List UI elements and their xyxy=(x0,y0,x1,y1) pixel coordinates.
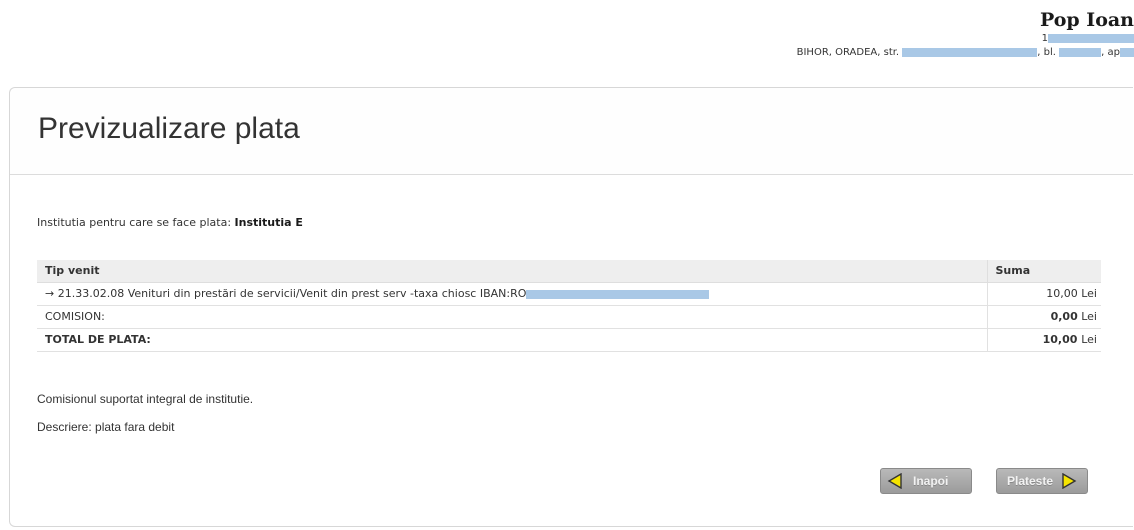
arrow-right-icon xyxy=(1062,473,1077,489)
comision-currency: Lei xyxy=(1081,310,1097,323)
item-amount: 10,00 xyxy=(1046,287,1078,300)
address-city: BIHOR, ORADEA, str. xyxy=(796,47,900,58)
item-description-text: → 21.33.02.08 Venituri din prestări de s… xyxy=(45,287,527,300)
item-description: → 21.33.02.08 Venituri din prestări de s… xyxy=(37,282,988,306)
user-id-line: 1 xyxy=(614,32,1134,46)
payments-table: Tip venit Suma → 21.33.02.08 Venituri di… xyxy=(37,260,1101,352)
total-amount: 10,00 xyxy=(1042,333,1078,346)
user-name: Pop Ioan xyxy=(1039,9,1134,31)
back-button-label: Inapoi xyxy=(913,474,949,488)
comision-amount-cell: 0,00 Lei xyxy=(987,305,1101,329)
redacted-street xyxy=(902,47,1038,57)
panel-header: Previzualizare plata xyxy=(10,88,1133,175)
arrow-left-icon xyxy=(887,473,902,489)
user-info: Pop Ioan 1 BIHOR, ORADEA, str. , bl. , a… xyxy=(614,8,1134,60)
comision-row: COMISION: 0,00 Lei xyxy=(37,305,1101,329)
address-bl: , bl. xyxy=(1037,47,1056,58)
table-row: → 21.33.02.08 Venituri din prestări de s… xyxy=(37,282,1101,306)
redacted-iban xyxy=(526,289,710,299)
total-currency: Lei xyxy=(1081,333,1097,346)
page-title: Previzualizare plata xyxy=(38,112,300,145)
item-amount-cell: 10,00 Lei xyxy=(987,282,1101,306)
payment-preview-panel: Previzualizare plata Institutia pentru c… xyxy=(9,87,1133,527)
pay-button-label: Plateste xyxy=(1007,474,1054,488)
comision-label: COMISION: xyxy=(37,305,988,329)
redacted-id xyxy=(1048,33,1134,43)
header-suma: Suma xyxy=(987,260,1101,283)
commission-note: Comisionul suportat integral de institut… xyxy=(37,392,254,406)
back-button[interactable]: Inapoi xyxy=(880,468,972,494)
user-address-line: BIHOR, ORADEA, str. , bl. , ap xyxy=(614,46,1134,60)
pay-button[interactable]: Plateste xyxy=(996,468,1088,494)
total-row: TOTAL DE PLATA: 10,00 Lei xyxy=(37,328,1101,352)
institution-label: Institutia pentru care se face plata: xyxy=(37,216,232,229)
institution-name: Institutia E xyxy=(234,216,303,229)
table-header-row: Tip venit Suma xyxy=(37,260,1101,283)
header-tip-venit: Tip venit xyxy=(37,260,988,283)
total-label: TOTAL DE PLATA: xyxy=(37,328,988,352)
payment-description: Descriere: plata fara debit xyxy=(37,420,175,434)
item-currency: Lei xyxy=(1081,287,1097,300)
address-ap: , ap xyxy=(1101,47,1120,58)
total-amount-cell: 10,00 Lei xyxy=(987,328,1101,352)
comision-amount: 0,00 xyxy=(1050,310,1078,323)
institution-line: Institutia pentru care se face plata: In… xyxy=(37,216,303,229)
redacted-ap xyxy=(1120,47,1134,57)
redacted-bl xyxy=(1059,47,1102,57)
